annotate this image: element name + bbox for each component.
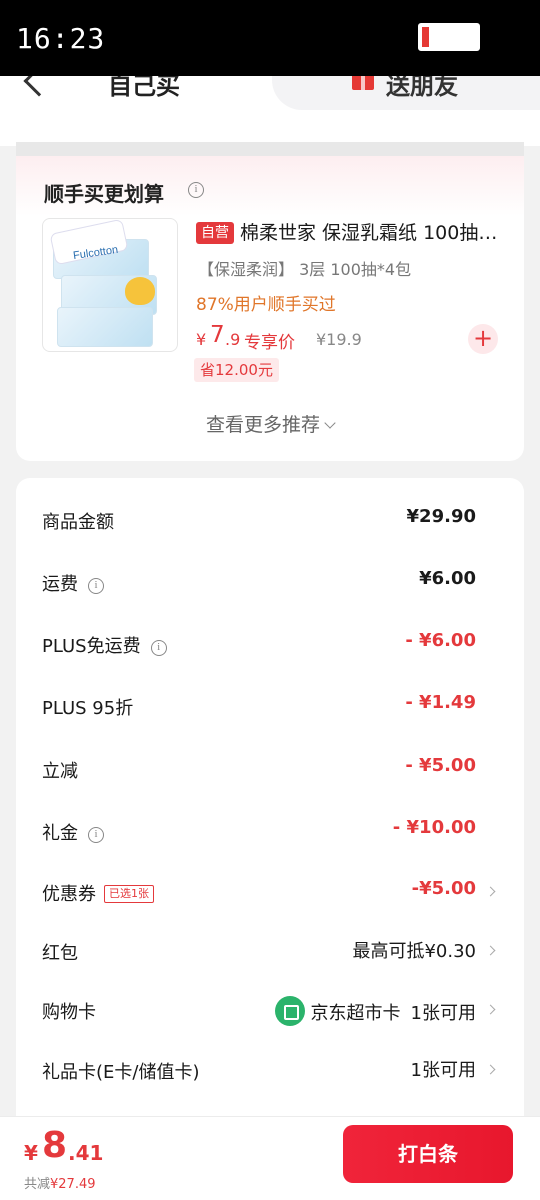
- row-value: 1张可用: [410, 1060, 476, 1081]
- row-shopping-card[interactable]: 购物卡 京东超市卡 1张可用: [16, 990, 524, 1030]
- row-value: -¥5.00: [411, 878, 476, 899]
- tab-buy-self[interactable]: 自己买: [108, 76, 180, 101]
- row-plus-discount: PLUS 95折 - ¥1.49: [16, 686, 524, 726]
- row-instant-discount: 立减 - ¥5.00: [16, 749, 524, 789]
- row-value: - ¥5.00: [405, 755, 476, 776]
- chevron-right-icon: [485, 1064, 496, 1075]
- row-plus-free-shipping: PLUS免运费 i - ¥6.00: [16, 624, 524, 664]
- row-label: 礼品卡(E卡/储值卡): [42, 1062, 200, 1083]
- row-value: ¥6.00: [419, 568, 476, 589]
- row-gift-money: 礼金 i - ¥10.00: [16, 811, 524, 851]
- chevron-right-icon: [485, 945, 496, 956]
- price-symbol: ¥: [196, 330, 207, 349]
- row-value: - ¥6.00: [405, 630, 476, 651]
- price-label: 专享价: [244, 333, 295, 353]
- more-recommend-link[interactable]: 查看更多推荐: [16, 410, 524, 437]
- bottom-bar: ¥ 8 .41 共减¥27.49 打白条: [0, 1116, 540, 1200]
- row-value: - ¥1.49: [405, 692, 476, 713]
- product-name[interactable]: 棉柔世家 保湿乳霜纸 100抽*4包: [240, 218, 504, 245]
- supermarket-card-icon: [274, 996, 305, 1026]
- total-amount: 8: [42, 1125, 68, 1166]
- total-symbol: ¥: [24, 1141, 38, 1165]
- info-icon[interactable]: i: [188, 182, 204, 198]
- info-icon[interactable]: i: [88, 578, 104, 594]
- more-recommend-label: 查看更多推荐: [205, 414, 320, 436]
- order-summary: 商品金额 ¥29.90 运费 i ¥6.00 PLUS免运费 i - ¥6.00 P…: [16, 478, 524, 1138]
- status-bar: 16:23: [0, 0, 540, 76]
- battery-icon: [418, 23, 480, 51]
- recommend-card: 顺手买更划算 i Fulcotton 自营 棉柔世家 保湿乳霜纸 100抽*4包…: [16, 156, 524, 461]
- row-coupon[interactable]: 优惠券 已选1张 -¥5.00: [16, 872, 524, 912]
- chevron-down-icon: [324, 417, 336, 429]
- row-value: ¥29.90: [406, 506, 476, 527]
- row-label: 运费 i: [42, 570, 104, 596]
- row-value: - ¥10.00: [392, 817, 476, 838]
- row-label: PLUS免运费 i: [42, 632, 167, 658]
- header: 自己买 送朋友: [0, 76, 540, 146]
- row-label: 红包: [42, 943, 78, 964]
- row-label: PLUS 95折: [42, 698, 134, 719]
- row-gift-card[interactable]: 礼品卡(E卡/储值卡) 1张可用: [16, 1050, 524, 1090]
- row-shipping: 运费 i ¥6.00: [16, 562, 524, 602]
- product-image[interactable]: Fulcotton: [42, 218, 178, 352]
- product-price: 7: [210, 322, 225, 348]
- self-operated-badge: 自营: [196, 222, 234, 244]
- row-value: 最高可抵¥0.30: [352, 941, 476, 962]
- card-name: 京东超市卡: [310, 1003, 401, 1024]
- divider: [16, 142, 524, 156]
- row-label: 商品金额: [42, 512, 114, 533]
- add-to-order-button[interactable]: +: [468, 324, 498, 354]
- product-price-decimal: .9: [225, 330, 241, 349]
- coupon-selected-badge: 已选1张: [104, 885, 154, 903]
- info-icon[interactable]: i: [88, 827, 104, 843]
- row-label: 立减: [42, 761, 78, 782]
- info-icon[interactable]: i: [150, 640, 167, 656]
- row-goods-amount: 商品金额 ¥29.90: [16, 500, 524, 540]
- row-red-packet[interactable]: 红包 最高可抵¥0.30: [16, 931, 524, 971]
- row-label: 优惠券 已选1张: [42, 880, 154, 906]
- row-label: 购物卡: [42, 1002, 96, 1023]
- gift-icon: [352, 76, 374, 90]
- save-tag: 省12.00元: [194, 358, 279, 382]
- chevron-right-icon: [485, 886, 496, 897]
- total-saved: 共减¥27.49: [24, 1177, 96, 1192]
- product-spec[interactable]: 【保湿柔润】 3层 100抽*4包: [198, 256, 411, 280]
- chevron-right-icon: [485, 1004, 496, 1015]
- total-decimal: .41: [68, 1141, 104, 1165]
- duck-mascot-icon: [125, 277, 155, 305]
- original-price: ¥19.9: [316, 330, 362, 349]
- social-proof: 87%用户顺手买过: [196, 295, 336, 315]
- pay-button[interactable]: 打白条: [343, 1125, 513, 1183]
- row-label: 礼金 i: [42, 819, 104, 845]
- tab-send-friend-label[interactable]: 送朋友: [386, 76, 458, 101]
- recommend-title: 顺手买更划算: [44, 182, 164, 206]
- back-icon[interactable]: [23, 76, 55, 97]
- status-time: 16:23: [16, 22, 106, 55]
- row-value: 京东超市卡 1张可用: [274, 996, 476, 1026]
